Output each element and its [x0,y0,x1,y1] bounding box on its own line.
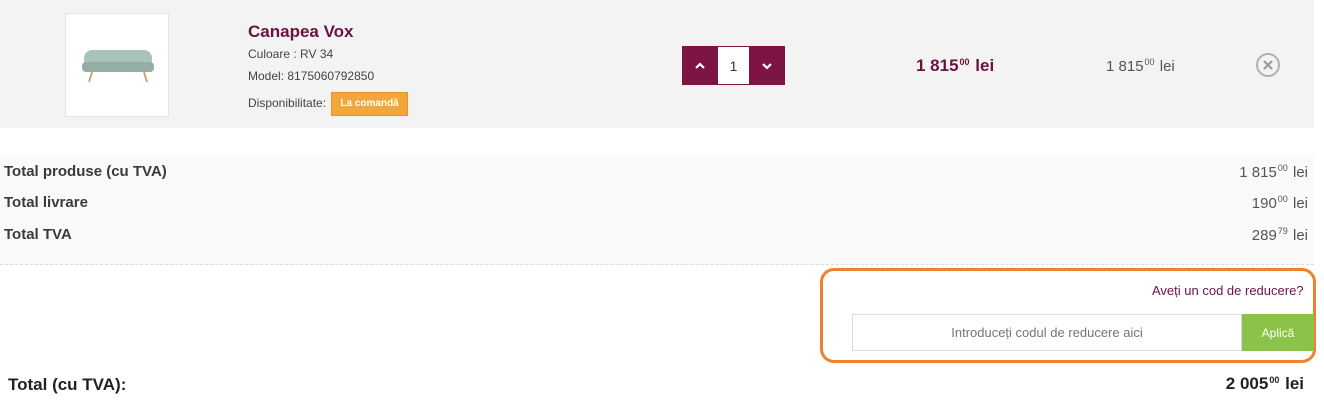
item-unit-price: 1 81500 lei [1106,57,1175,75]
apply-coupon-button[interactable]: Aplică [1242,314,1314,351]
product-model: Model: 8175060792850 [248,69,375,83]
price-integer: 1 815 [916,56,959,75]
availability-label: Disponibilitate: [248,96,327,111]
total-shipping-decimals: 00 [1277,194,1288,204]
availability-badge: La comandă [331,92,408,116]
total-products-integer: 1 815 [1239,164,1277,181]
total-products-decimals: 00 [1277,163,1288,173]
price-decimals: 00 [959,57,970,67]
total-vat-value: 28979 lei [1252,226,1308,244]
total-vat-currency: lei [1292,227,1308,244]
total-shipping-currency: lei [1292,195,1308,212]
product-name[interactable]: Canapea Vox [248,22,354,42]
total-shipping-value: 19000 lei [1252,194,1308,212]
total-products-label: Total produse (cu TVA) [4,163,167,180]
chevron-up-icon [695,61,705,69]
remove-item-button[interactable] [1256,53,1280,77]
unit-price-decimals: 00 [1144,57,1155,67]
product-color: Culoare : RV 34 [248,47,334,61]
quantity-decrease-button[interactable] [749,46,785,85]
quantity-increase-button[interactable] [682,46,718,85]
coupon-question-link[interactable]: Aveți un cod de reducere? [1152,283,1304,298]
close-icon [1263,60,1273,70]
product-thumbnail[interactable] [65,13,169,117]
order-totals: Total produse (cu TVA) 1 81500 lei Total… [0,155,1314,265]
coupon-code-input[interactable] [852,314,1242,351]
grand-total-decimals: 00 [1269,375,1280,385]
quantity-value[interactable]: 1 [718,46,749,85]
cart-item-row: Canapea Vox Culoare : RV 34 Model: 81750… [0,0,1314,128]
total-shipping-label: Total livrare [4,194,88,211]
chevron-down-icon [762,62,772,70]
price-currency: lei [975,56,995,75]
total-vat-integer: 289 [1251,227,1277,244]
quantity-stepper: 1 [682,46,785,85]
item-total-price: 1 81500 lei [916,56,994,76]
total-products-currency: lei [1292,164,1308,181]
unit-price-integer: 1 815 [1106,58,1144,75]
total-shipping-integer: 190 [1251,195,1277,212]
grand-total-currency: lei [1285,374,1304,393]
grand-total-value: 2 00500 lei [1226,374,1304,394]
total-products-value: 1 81500 lei [1239,163,1308,181]
total-vat-decimals: 79 [1277,226,1288,236]
unit-price-currency: lei [1159,58,1175,75]
total-vat-label: Total TVA [4,226,72,243]
grand-total-integer: 2 005 [1225,374,1269,393]
product-availability: Disponibilitate: La comandă [248,92,408,116]
sofa-image [82,50,154,83]
grand-total-label: Total (cu TVA): [8,375,127,394]
